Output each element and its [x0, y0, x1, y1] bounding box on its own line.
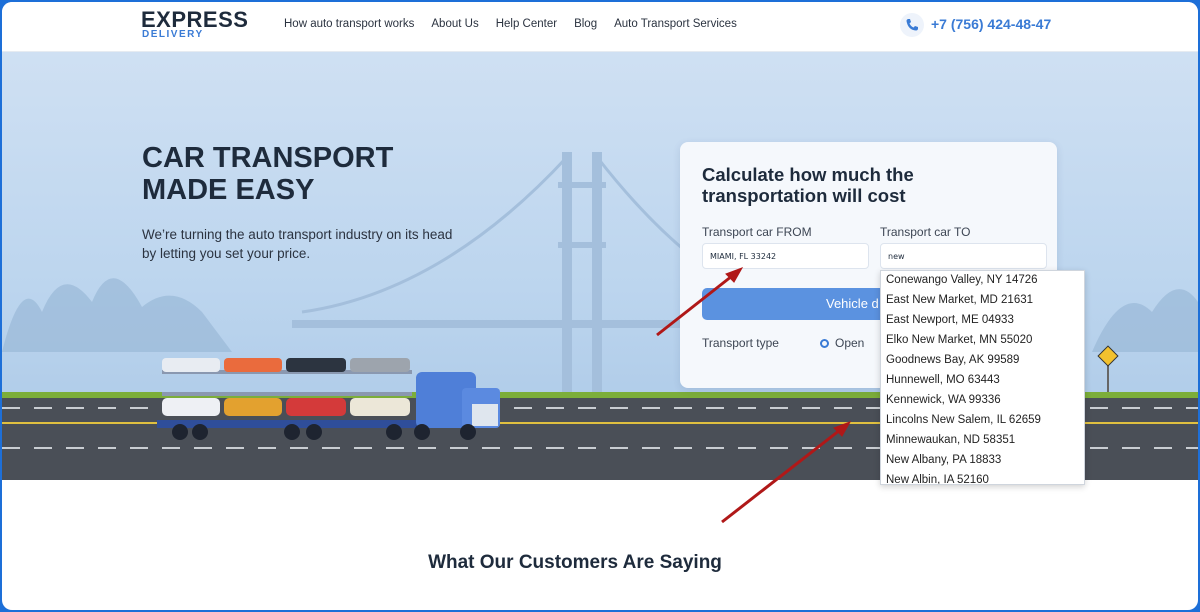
logo-subtitle: DELIVERY: [142, 29, 204, 40]
nav-blog[interactable]: Blog: [574, 18, 597, 30]
suggestion-item[interactable]: Kennewick, WA 99336: [881, 391, 1084, 411]
phone-number[interactable]: +7 (756) 424-48-47: [931, 16, 1051, 32]
suggestion-item[interactable]: New Albany, PA 18833: [881, 451, 1084, 471]
suggestion-item[interactable]: Lincolns New Salem, IL 62659: [881, 411, 1084, 431]
radio-open-icon[interactable]: [820, 339, 829, 348]
suggestion-item[interactable]: East Newport, ME 04933: [881, 311, 1084, 331]
nav-help-center[interactable]: Help Center: [496, 18, 557, 30]
location-suggestions: Conewango Valley, NY 14726 East New Mark…: [880, 270, 1085, 485]
site-header: EXPRESS DELIVERY How auto transport work…: [2, 2, 1198, 52]
hero-title: CAR TRANSPORT MADE EASY: [142, 142, 394, 206]
hero-subtitle: We’re turning the auto transport industr…: [142, 227, 453, 261]
suggestion-item[interactable]: Elko New Market, MN 55020: [881, 331, 1084, 351]
nav-about-us[interactable]: About Us: [431, 18, 478, 30]
calculator-title: Calculate how much the transportation wi…: [702, 164, 914, 206]
main-nav: How auto transport works About Us Help C…: [284, 18, 737, 30]
transport-type-label: Transport type: [702, 336, 779, 350]
nav-services[interactable]: Auto Transport Services: [614, 18, 737, 30]
suggestion-item[interactable]: Goodnews Bay, AK 99589: [881, 351, 1084, 371]
to-label: Transport car TO: [880, 225, 971, 239]
suggestion-item[interactable]: East New Market, MD 21631: [881, 291, 1084, 311]
from-label: Transport car FROM: [702, 225, 812, 239]
nav-how-it-works[interactable]: How auto transport works: [284, 18, 414, 30]
phone-icon: [900, 13, 924, 37]
suggestion-item[interactable]: Hunnewell, MO 63443: [881, 371, 1084, 391]
from-input[interactable]: MIAMI, FL 33242: [702, 243, 869, 269]
suggestion-item[interactable]: New Albin, IA 52160: [881, 471, 1084, 484]
suggestion-item[interactable]: Conewango Valley, NY 14726: [881, 271, 1084, 291]
suggestion-item[interactable]: Minnewaukan, ND 58351: [881, 431, 1084, 451]
browser-viewport: EXPRESS DELIVERY How auto transport work…: [2, 2, 1198, 610]
radio-open-label[interactable]: Open: [835, 336, 864, 350]
testimonials-title: What Our Customers Are Saying: [428, 552, 722, 573]
to-input[interactable]: new: [880, 243, 1047, 269]
